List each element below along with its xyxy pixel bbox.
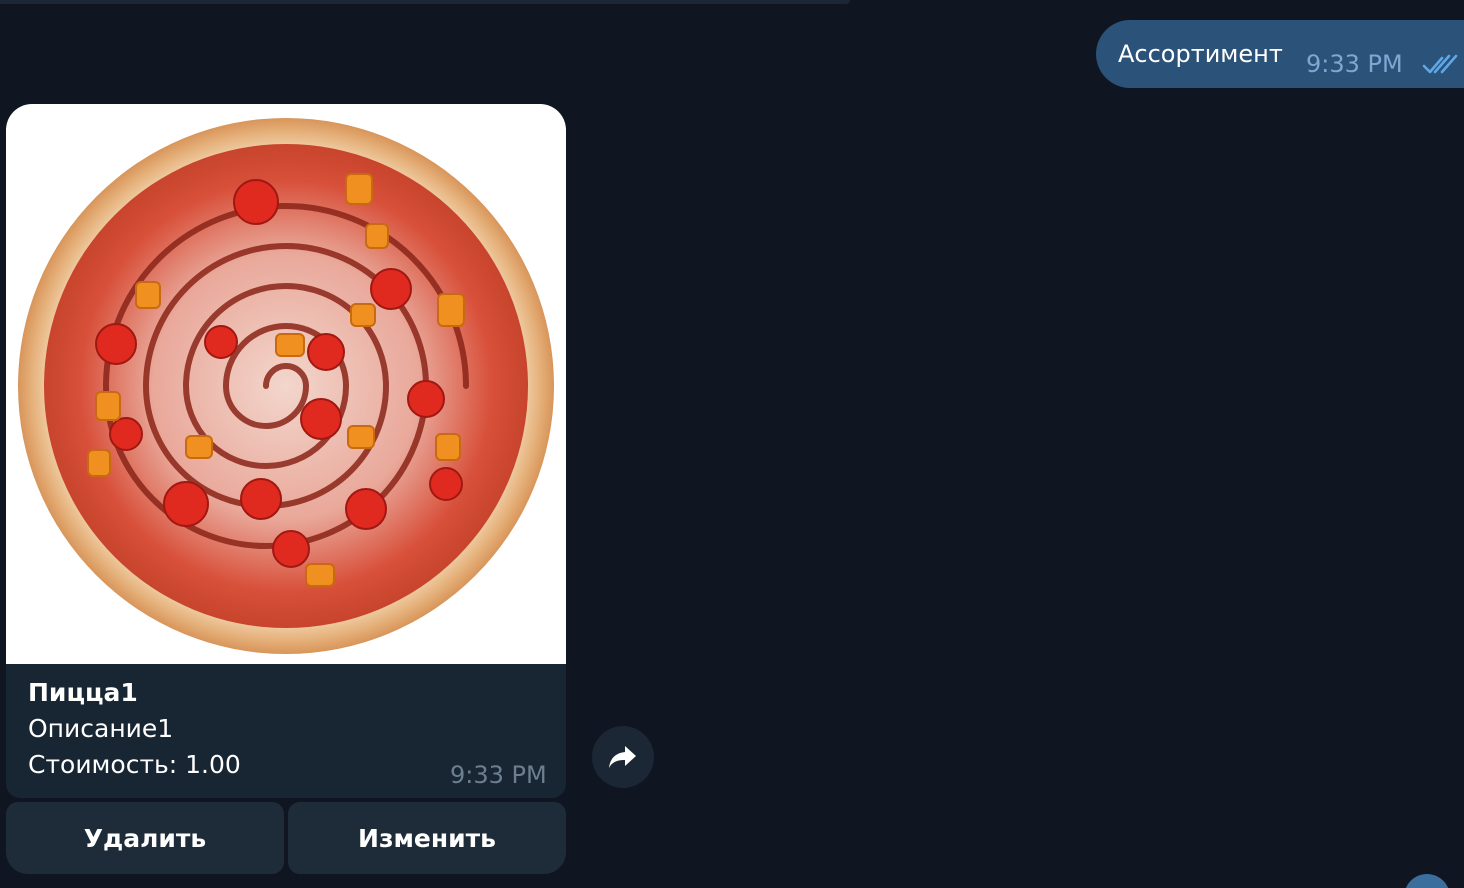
outgoing-message-text: Ассортимент bbox=[1118, 40, 1283, 68]
delete-button[interactable]: Удалить bbox=[6, 802, 284, 874]
pizza-photo[interactable] bbox=[6, 104, 566, 664]
forward-button[interactable] bbox=[592, 726, 654, 788]
incoming-message-time: 9:33 PM bbox=[450, 761, 547, 789]
pizza-image bbox=[18, 118, 554, 654]
previous-message-edge bbox=[0, 0, 850, 4]
outgoing-message-time: 9:33 PM bbox=[1306, 50, 1403, 78]
outgoing-message-bubble[interactable]: Ассортимент 9:33 PM bbox=[1096, 20, 1464, 88]
incoming-photo-message[interactable]: Пицца1 Описание1 Стоимость: 1.00 9:33 PM bbox=[6, 104, 566, 798]
forward-arrow-icon bbox=[609, 746, 636, 768]
double-check-icon bbox=[1422, 54, 1458, 74]
product-title: Пицца1 bbox=[28, 678, 138, 707]
product-description: Описание1 bbox=[28, 714, 174, 743]
edit-button[interactable]: Изменить bbox=[288, 802, 566, 874]
chat-area: Ассортимент 9:33 PM Пицца1 Описание1 Сто… bbox=[0, 0, 1464, 888]
scroll-down-button[interactable] bbox=[1404, 874, 1450, 888]
